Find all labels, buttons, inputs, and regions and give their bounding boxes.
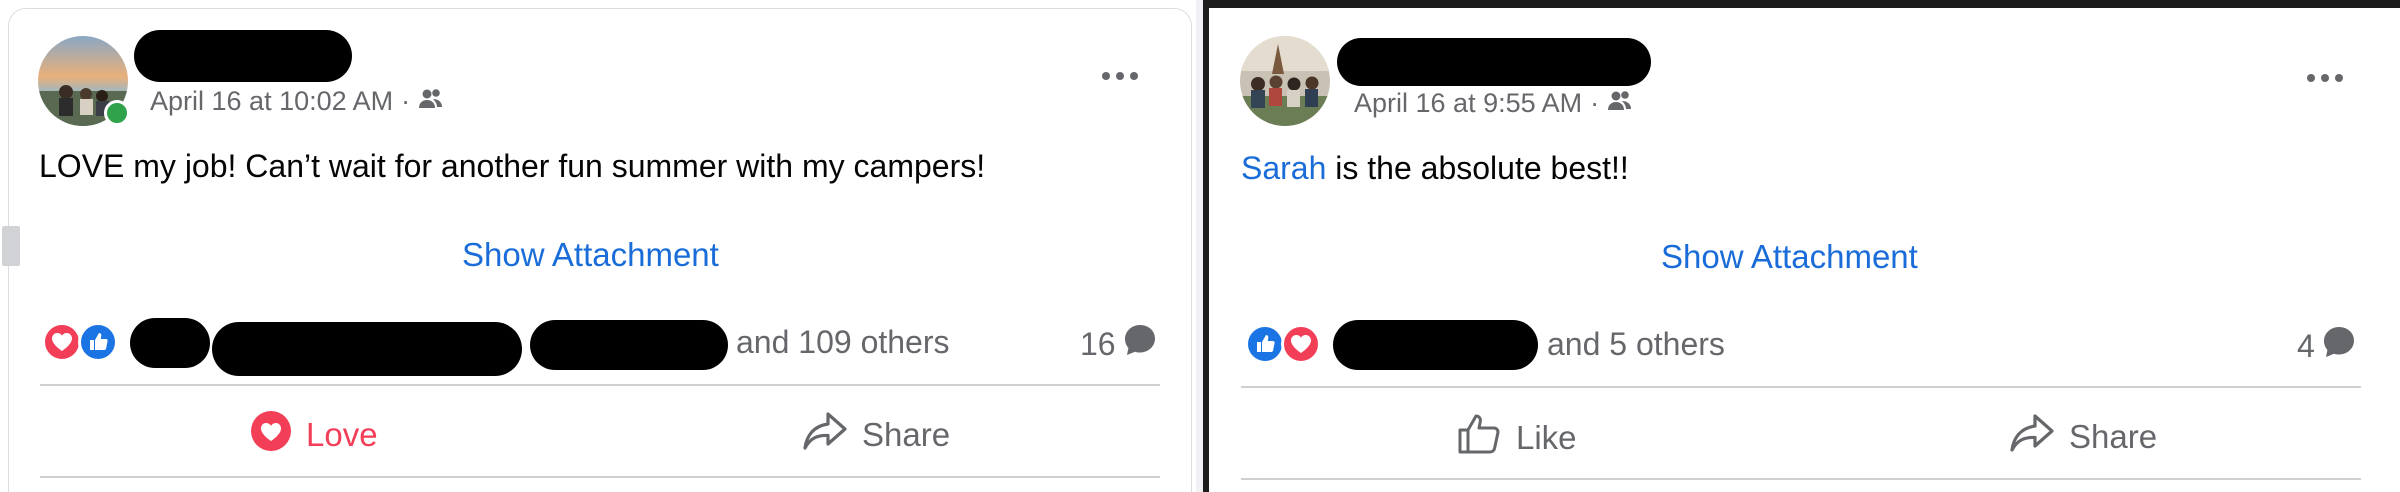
meta-separator: ·	[1590, 88, 1600, 118]
divider	[1241, 386, 2361, 388]
more-options-icon[interactable]	[1093, 56, 1147, 96]
redacted-author-name	[134, 30, 352, 82]
redacted-name-3	[530, 320, 728, 370]
reaction-others-count[interactable]: and 5 others	[1547, 326, 1725, 363]
avatar[interactable]	[1240, 36, 1330, 126]
comment-bubble-icon	[1122, 322, 1158, 366]
share-button[interactable]: Share	[802, 410, 950, 460]
like-button-label: Like	[1516, 419, 1577, 456]
share-icon	[2009, 412, 2055, 462]
love-button-label: Love	[306, 416, 378, 453]
comment-bubble-icon	[2321, 324, 2357, 368]
divider	[1241, 478, 2361, 480]
friends-icon	[418, 86, 444, 117]
share-button-label: Share	[862, 416, 951, 453]
post-text: Sarah is the absolute best!!	[1241, 150, 1629, 187]
reaction-icons[interactable]	[42, 322, 118, 362]
share-icon	[802, 410, 848, 460]
redacted-name-2	[212, 322, 522, 376]
like-reaction-icon	[1245, 324, 1285, 364]
reaction-icons[interactable]	[1245, 324, 1321, 364]
post-card-right: April 16 at 9:55 AM · Sarah is the absol…	[1203, 0, 2400, 492]
post-meta: April 16 at 10:02 AM ·	[150, 86, 444, 117]
share-button-label: Share	[2069, 418, 2158, 455]
mention-link[interactable]: Sarah	[1241, 150, 1326, 186]
divider	[40, 476, 1160, 478]
post-timestamp[interactable]: April 16 at 10:02 AM	[150, 86, 393, 117]
redacted-name-1	[1333, 320, 1538, 370]
thumbs-up-icon	[1456, 412, 1502, 464]
comment-count[interactable]: 4	[2297, 324, 2357, 368]
comment-count[interactable]: 16	[1080, 322, 1158, 366]
meta-separator: ·	[401, 86, 411, 116]
scrollbar-handle[interactable]	[2, 226, 20, 266]
redacted-name-1	[130, 318, 210, 368]
post-meta: April 16 at 9:55 AM ·	[1354, 88, 1633, 119]
post-card-left: April 16 at 10:02 AM · LOVE my job! Can’…	[0, 0, 1196, 492]
show-attachment-link[interactable]: Show Attachment	[462, 236, 719, 274]
share-button[interactable]: Share	[2009, 412, 2157, 462]
comment-count-value: 16	[1080, 325, 1116, 362]
comment-count-value: 4	[2297, 327, 2315, 364]
heart-icon	[250, 410, 292, 460]
post-timestamp[interactable]: April 16 at 9:55 AM	[1354, 88, 1582, 119]
love-button[interactable]: Love	[250, 410, 378, 460]
post-text: LOVE my job! Can’t wait for another fun …	[39, 148, 986, 184]
online-status-icon	[104, 100, 130, 126]
redacted-author-name	[1337, 38, 1651, 86]
reaction-others-count[interactable]: and 109 others	[736, 324, 950, 361]
post-text-body: is the absolute best!!	[1326, 150, 1629, 186]
love-reaction-icon	[1281, 324, 1321, 364]
like-button[interactable]: Like	[1456, 412, 1577, 464]
love-reaction-icon	[42, 322, 82, 362]
panel-gap	[1196, 0, 1203, 492]
more-options-icon[interactable]	[2298, 58, 2352, 98]
friends-icon	[1607, 88, 1633, 119]
show-attachment-link[interactable]: Show Attachment	[1661, 238, 1918, 276]
divider	[40, 384, 1160, 386]
like-reaction-icon	[78, 322, 118, 362]
